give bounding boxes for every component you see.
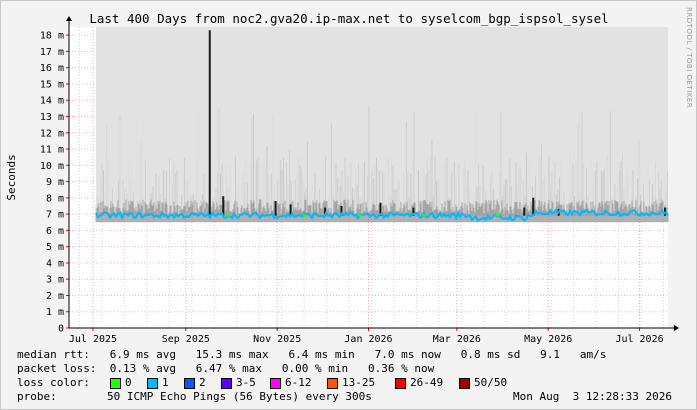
x-tick-label: Nov 2025 (253, 334, 301, 345)
y-axis-arrow (66, 16, 72, 21)
x-tick-label: May 2026 (524, 334, 572, 345)
loss-color-range-label: 50/50 (474, 376, 508, 389)
smokeping-graph: 01 m2 m3 m4 m5 m6 m7 m8 m9 m 10 m 11 m 12 m… (0, 0, 697, 410)
x-axis-arrow (674, 325, 679, 331)
y-tick-label: 1 m (46, 307, 64, 318)
y-tick-label: 17 m (40, 47, 64, 58)
loss-color-swatch (327, 378, 338, 389)
y-tick-label: 11 m (40, 145, 64, 156)
loss-color-range-label: 1 (162, 376, 169, 389)
probe-timestamp: Mon Aug 3 12:28:33 2026 (513, 390, 672, 403)
loss-color-swatch (395, 378, 406, 389)
y-tick-label: 10 m (40, 161, 64, 172)
x-tick-label: Mar 2026 (433, 334, 481, 345)
x-tick-label: Jul 2025 (69, 334, 117, 345)
y-tick-label: 5 m (46, 242, 64, 253)
x-tick-label: Jan 2026 (344, 334, 392, 345)
loss-color-swatch (270, 378, 281, 389)
loss-color-range-label: 0 (125, 376, 132, 389)
probe-description: 50 ICMP Echo Pings (56 Bytes) every 300s (107, 390, 372, 403)
y-axis-label: Seconds (5, 154, 18, 200)
loss-color-swatch (147, 378, 158, 389)
loss-color-range-label: 2 (199, 376, 206, 389)
rrdtool-watermark: RRDTOOL / TOBI OETIKER (685, 7, 693, 109)
y-tick-label: 12 m (40, 128, 64, 139)
y-tick-label: 8 m (46, 193, 64, 204)
y-tick-label: 15 m (40, 79, 64, 90)
probe-label: probe: (17, 390, 57, 403)
y-tick-label: 0 (58, 324, 64, 335)
packet-loss-stats: packet loss: 0.13 % avg 6.47 % max 0.00 … (17, 362, 435, 375)
loss-color-range-label: 13-25 (342, 376, 376, 389)
y-tick-label: 6 m (46, 226, 64, 237)
loss-color-swatch (221, 378, 232, 389)
median-rtt-stats: median rtt: 6.9 ms avg 15.3 ms max 6.4 m… (17, 348, 607, 361)
y-tick-label: 14 m (40, 96, 64, 107)
loss-color-swatch (184, 378, 195, 389)
y-tick-label: 9 m (46, 177, 64, 188)
median-rtt-segment-green (302, 213, 307, 217)
median-rtt-segment-green (226, 213, 231, 217)
y-tick-label: 16 m (40, 63, 64, 74)
loss-color-range-label: 6-12 (285, 376, 312, 389)
y-tick-label: 7 m (46, 210, 64, 221)
loss-color-range-label: 26-49 (410, 376, 444, 389)
loss-color-swatch (459, 378, 470, 389)
x-tick-label: Sep 2025 (162, 334, 210, 345)
median-rtt-segment-green (422, 213, 427, 217)
loss-color-label: loss color: (17, 376, 90, 389)
y-tick-label: 2 m (46, 291, 64, 302)
y-tick-label: 13 m (40, 112, 64, 123)
y-tick-label: 18 m (40, 31, 64, 42)
y-tick-label: 4 m (46, 258, 64, 269)
y-tick-label: 3 m (46, 275, 64, 286)
chart-title: Last 400 Days from noc2.gva20.ip-max.net… (89, 11, 608, 26)
median-rtt-segment-green (495, 213, 500, 217)
loss-color-range-label: 3-5 (236, 376, 256, 389)
x-tick-label: Jul 2026 (615, 334, 663, 345)
loss-color-swatch (110, 378, 121, 389)
median-rtt-segment-green (357, 213, 363, 217)
